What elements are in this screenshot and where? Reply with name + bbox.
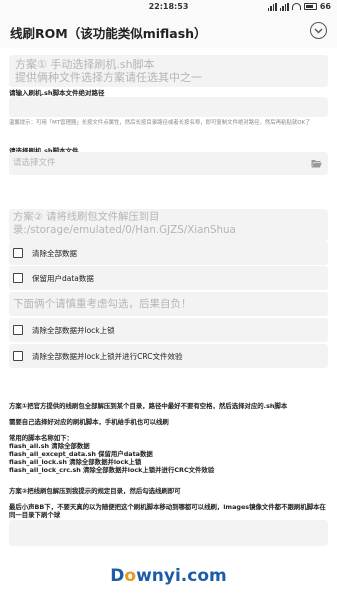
info-line1: 方案①把官方提供的线刷包全部解压到某个目录，路径中最好不要有空格，然后选择对应的… bbox=[9, 402, 288, 410]
status-icons: 66 bbox=[267, 2, 331, 11]
chevron-down-icon bbox=[314, 28, 323, 33]
signal-icon-2 bbox=[279, 2, 289, 11]
checkbox-clear-lock-crc[interactable]: 清除全部数据并lock上锁并进行CRC文件效验 bbox=[9, 344, 328, 368]
checkbox[interactable] bbox=[13, 273, 23, 283]
script-list-item: flash_all_except_data.sh 保留用户data数据 bbox=[9, 450, 153, 458]
script-list-item: flash_all.sh 清除全部数据 bbox=[9, 442, 90, 450]
plan1-line1: 方案① 手动选择刷机.sh脚本 bbox=[15, 58, 155, 71]
script-list-item: flash_all_lock_crc.sh 清除全部数据并lock上锁并进行CR… bbox=[9, 466, 215, 474]
watermark-logo: Downyi.com bbox=[0, 566, 337, 586]
checkbox-label: 清除全部数据并lock上锁并进行CRC文件效验 bbox=[32, 351, 183, 361]
watermark-post: wnyi.com bbox=[136, 566, 227, 586]
checkbox-label: 清除全部数据 bbox=[32, 248, 77, 258]
page-title: 线刷ROM（该功能类似miflash） bbox=[10, 26, 207, 41]
options-warning-text: 下面俩个请慎重考虑勾选，后果自负！ bbox=[13, 298, 192, 310]
plan1-line2: 提供俩种文件选择方案请任选其中之一 bbox=[15, 71, 202, 84]
battery-icon bbox=[303, 3, 317, 10]
checkbox[interactable] bbox=[13, 325, 23, 335]
signal-icon bbox=[267, 2, 277, 11]
select-file-field[interactable]: 请选择文件 bbox=[9, 152, 328, 175]
app-bar: 线刷ROM（该功能类似miflash） bbox=[0, 14, 337, 48]
info-line3: 方案②把线刷包解压到我提示的规定目录，然后勾选线刷即可 bbox=[9, 487, 181, 495]
folder-open-icon[interactable] bbox=[311, 159, 322, 168]
hint-text: 温馨提示：可用「MT管理器」长按文件点属性，然后长按目录路径或者长按名称，即可复… bbox=[9, 120, 311, 126]
expand-menu-button[interactable] bbox=[310, 22, 327, 39]
script-list-item: flash_all_lock.sh 清除全部数据并lock上锁 bbox=[9, 458, 142, 466]
status-bar: 22:18:53 66 bbox=[0, 0, 337, 14]
checkbox-clear-all-data[interactable]: 清除全部数据 bbox=[9, 241, 328, 265]
battery-level: 66 bbox=[319, 2, 331, 11]
script-path-input[interactable] bbox=[9, 97, 328, 117]
plan2-text: 方案② 请将线刷包文件解压到目录:/storage/emulated/0/Han… bbox=[13, 211, 236, 236]
plan1-notice: 方案① 手动选择刷机.sh脚本 提供俩种文件选择方案请任选其中之一 bbox=[9, 55, 328, 87]
wifi-icon bbox=[291, 3, 301, 10]
checkbox-keep-user-data[interactable]: 保留用户data数据 bbox=[9, 266, 328, 290]
watermark-o: o bbox=[124, 566, 137, 586]
select-file-placeholder: 请选择文件 bbox=[13, 158, 56, 168]
checkbox[interactable] bbox=[13, 351, 23, 361]
bottom-output-box bbox=[9, 520, 328, 546]
plan2-notice: 方案② 请将线刷包文件解压到目录:/storage/emulated/0/Han… bbox=[9, 209, 328, 241]
checkbox-label: 清除全部数据并lock上锁 bbox=[32, 325, 115, 335]
info-line2: 需要自己选择好对应的刷机脚本，手机给手机也可以线刷 bbox=[9, 418, 169, 426]
script-path-label: 请输入刷机.sh脚本文件绝对路径 bbox=[9, 89, 105, 97]
checkbox-label: 保留用户data数据 bbox=[32, 273, 94, 283]
info-line4: 最后小声BB下，不要天真的以为随便把这个刷机脚本移动到哪都可以线刷，images… bbox=[9, 503, 326, 519]
checkbox-clear-lock[interactable]: 清除全部数据并lock上锁 bbox=[9, 318, 328, 342]
info-common-title: 常用的脚本名称如下： bbox=[9, 434, 73, 442]
watermark-pre: D bbox=[110, 566, 125, 586]
options-warning: 下面俩个请慎重考虑勾选，后果自负！ bbox=[9, 292, 328, 316]
checkbox[interactable] bbox=[13, 248, 23, 258]
